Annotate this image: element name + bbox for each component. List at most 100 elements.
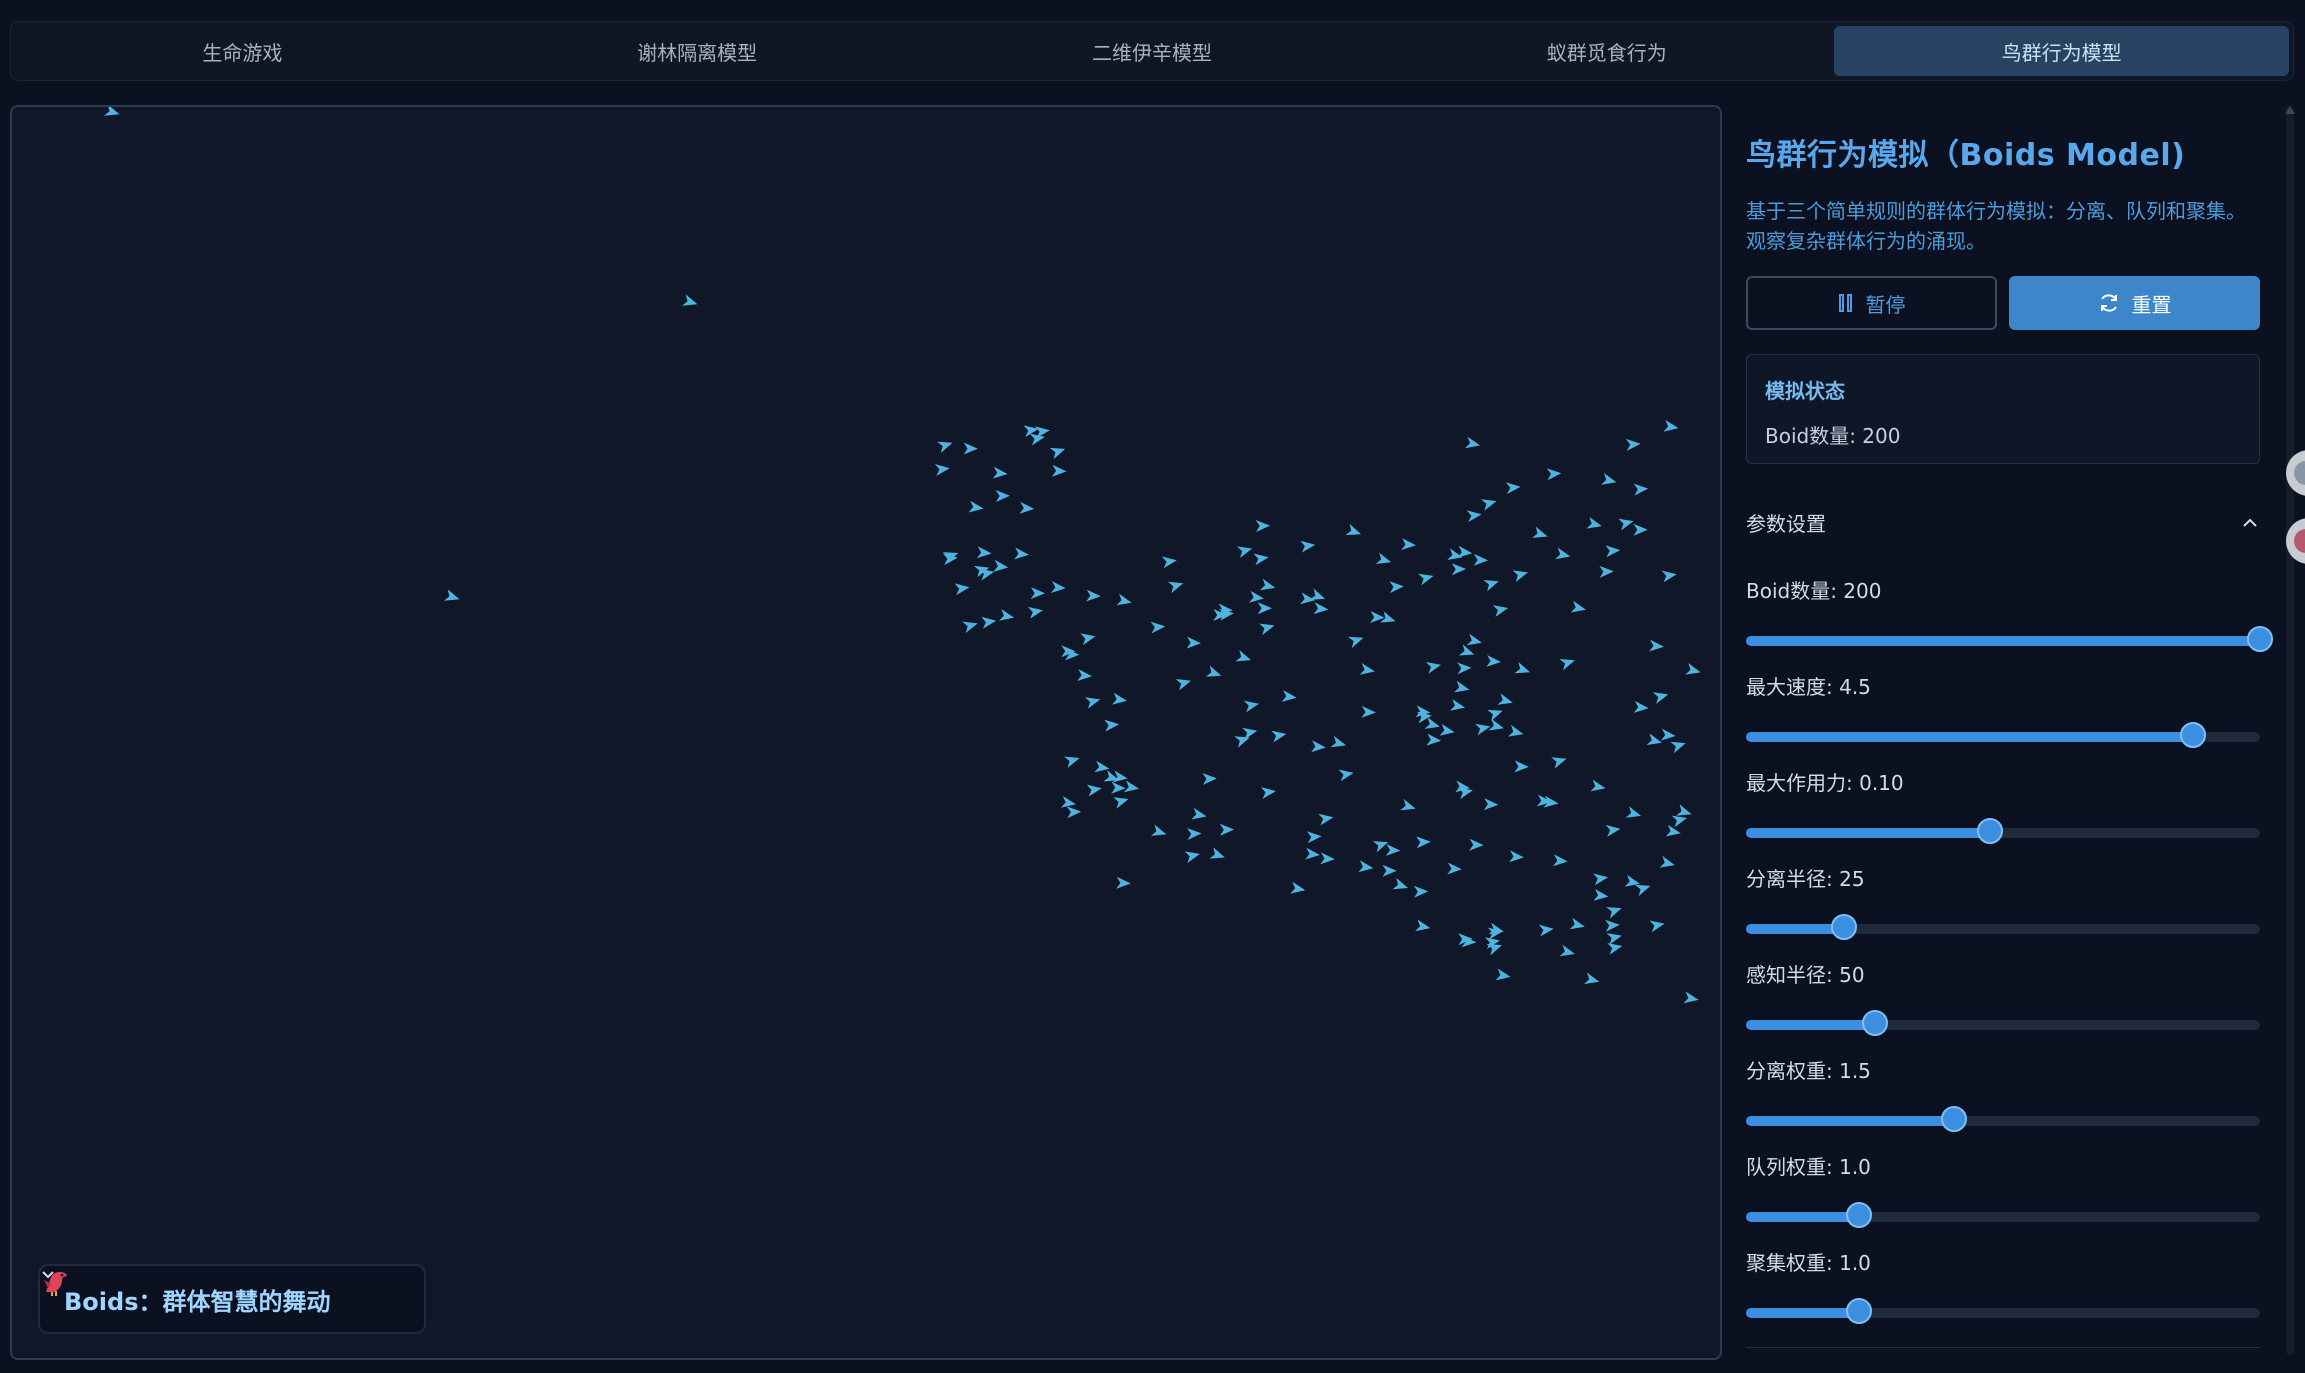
boid-agent (1358, 860, 1374, 873)
tab-game-of-life[interactable]: 生命游戏 (15, 26, 470, 76)
slider-cohesion-weight: 聚集权重: 1.0 (1746, 1251, 2260, 1347)
boid-agent (1606, 907, 1622, 919)
boid-agent (1660, 728, 1676, 741)
slider-label: 分离半径: 25 (1746, 867, 1865, 891)
boid-agent (1487, 709, 1503, 722)
boid-agent (1205, 665, 1222, 677)
model-info-label: Boids：群体智慧的舞动 (64, 1287, 331, 1316)
boid-agent (1253, 553, 1269, 566)
slider-track[interactable] (1746, 818, 2260, 844)
boid-agent (682, 294, 698, 306)
slider-track[interactable] (1746, 722, 2260, 748)
boid-agent (1249, 590, 1264, 603)
reset-button[interactable]: 重置 (2009, 276, 2260, 330)
boid-agent (1497, 693, 1513, 705)
boid-agent (1014, 547, 1029, 560)
boid-agent (1086, 589, 1101, 602)
slider-fill (1746, 828, 1991, 838)
boid-agent (1236, 546, 1253, 558)
boid-agent (1584, 972, 1600, 985)
slider-fill (1746, 732, 2194, 742)
boid-agent (1439, 723, 1455, 736)
slider-thumb[interactable] (1861, 1010, 1888, 1036)
boid-agent (1454, 680, 1470, 693)
boid-agent (1486, 655, 1501, 667)
boid-agent (1451, 563, 1467, 576)
boid-agent (1260, 787, 1276, 799)
boid-agent (1271, 730, 1287, 743)
pause-button-label: 暂停 (1865, 292, 1906, 317)
boid-agent (968, 500, 984, 513)
slider-track[interactable] (1746, 626, 2273, 652)
boid-agent (993, 559, 1009, 572)
boid-agent (1633, 483, 1649, 496)
slider-track[interactable] (1746, 1106, 2260, 1132)
boid-agent (992, 466, 1008, 479)
slider-track[interactable] (1746, 914, 2260, 940)
slider-label: 最大作用力: 0.10 (1746, 771, 1904, 795)
model-info-dropdown[interactable]: Boids：群体智慧的舞动 (38, 1264, 426, 1334)
slider-thumb[interactable] (1830, 914, 1857, 940)
pause-button[interactable]: 暂停 (1746, 276, 1997, 330)
boid-agent (1492, 605, 1509, 617)
boid-agent (1424, 717, 1440, 729)
boid-agent (1663, 419, 1679, 432)
boid-agent (1051, 464, 1067, 477)
boid-agent (1665, 824, 1681, 837)
boid-agent (1382, 864, 1397, 877)
slider-thumb[interactable] (1941, 1106, 1968, 1132)
boid-agent (1475, 723, 1491, 736)
params-section-header[interactable]: 参数设置 (1746, 508, 2260, 537)
slider-thumb[interactable] (1846, 1298, 1873, 1324)
boid-agent (1385, 844, 1401, 856)
boid-agent (1348, 636, 1364, 649)
boid-agent (1559, 944, 1575, 957)
slider-fill (1746, 636, 2260, 646)
boid-agent (1413, 885, 1429, 898)
slider-label: 感知半径: 50 (1746, 963, 1865, 987)
boid-agent (1306, 831, 1322, 844)
boid-agent (954, 583, 970, 596)
page-scrollbar[interactable] (2286, 105, 2294, 1355)
boid-agent (1514, 760, 1529, 773)
parameter-sliders: Boid数量: 200 最大速度: 4.5 最大作用力: 0.10 分离半径: … (1746, 579, 2273, 1347)
slider-thumb[interactable] (2180, 722, 2207, 748)
boid-layer (104, 107, 1701, 1004)
boid-agent (1084, 697, 1101, 709)
boid-agent (1546, 468, 1562, 481)
tab-ising-model[interactable]: 二维伊辛模型 (925, 26, 1380, 76)
boid-agent (1401, 538, 1416, 551)
boid-agent (1243, 700, 1259, 713)
boid-agent (1457, 787, 1473, 800)
boid-agent (1570, 600, 1586, 613)
tab-ant-foraging[interactable]: 蚁群觅食行为 (1379, 26, 1834, 76)
slider-track[interactable] (1746, 1298, 2260, 1324)
slider-thumb[interactable] (1977, 818, 2004, 844)
slider-thumb[interactable] (1846, 1202, 1873, 1228)
params-section-title: 参数设置 (1746, 512, 1826, 536)
boid-agent (1290, 881, 1306, 894)
slider-track[interactable] (1746, 1202, 2260, 1228)
slider-track[interactable] (1746, 1010, 2260, 1036)
chevron-up-icon[interactable] (2240, 513, 2260, 533)
boid-agent (1635, 884, 1651, 897)
boid-agent (1400, 798, 1416, 811)
boid-agent (1219, 823, 1235, 836)
boid-agent (1586, 516, 1602, 529)
slider-max-force: 最大作用力: 0.10 (1746, 771, 2260, 867)
boid-agent (1483, 580, 1499, 592)
boid-agent (1508, 724, 1524, 737)
slider-label: 分离权重: 1.5 (1746, 1059, 1871, 1083)
boid-agent (1375, 552, 1392, 564)
scroll-up-arrow-icon[interactable] (2285, 106, 2295, 114)
slider-thumb[interactable] (2247, 626, 2273, 652)
slider-fill (1746, 924, 1844, 934)
tab-schelling-segregation[interactable]: 谢林隔离模型 (470, 26, 925, 76)
tool-icon (2294, 461, 2305, 485)
simulation-canvas[interactable]: Boids：群体智慧的舞动 (10, 105, 1722, 1360)
tab-boids-model[interactable]: 鸟群行为模型 (1834, 26, 2289, 76)
slider-separation-weight: 分离权重: 1.5 (1746, 1059, 2260, 1155)
avatar-icon (2294, 529, 2305, 553)
boid-count-status: Boid数量: 200 (1765, 424, 1901, 448)
boid-agent (1186, 636, 1201, 649)
